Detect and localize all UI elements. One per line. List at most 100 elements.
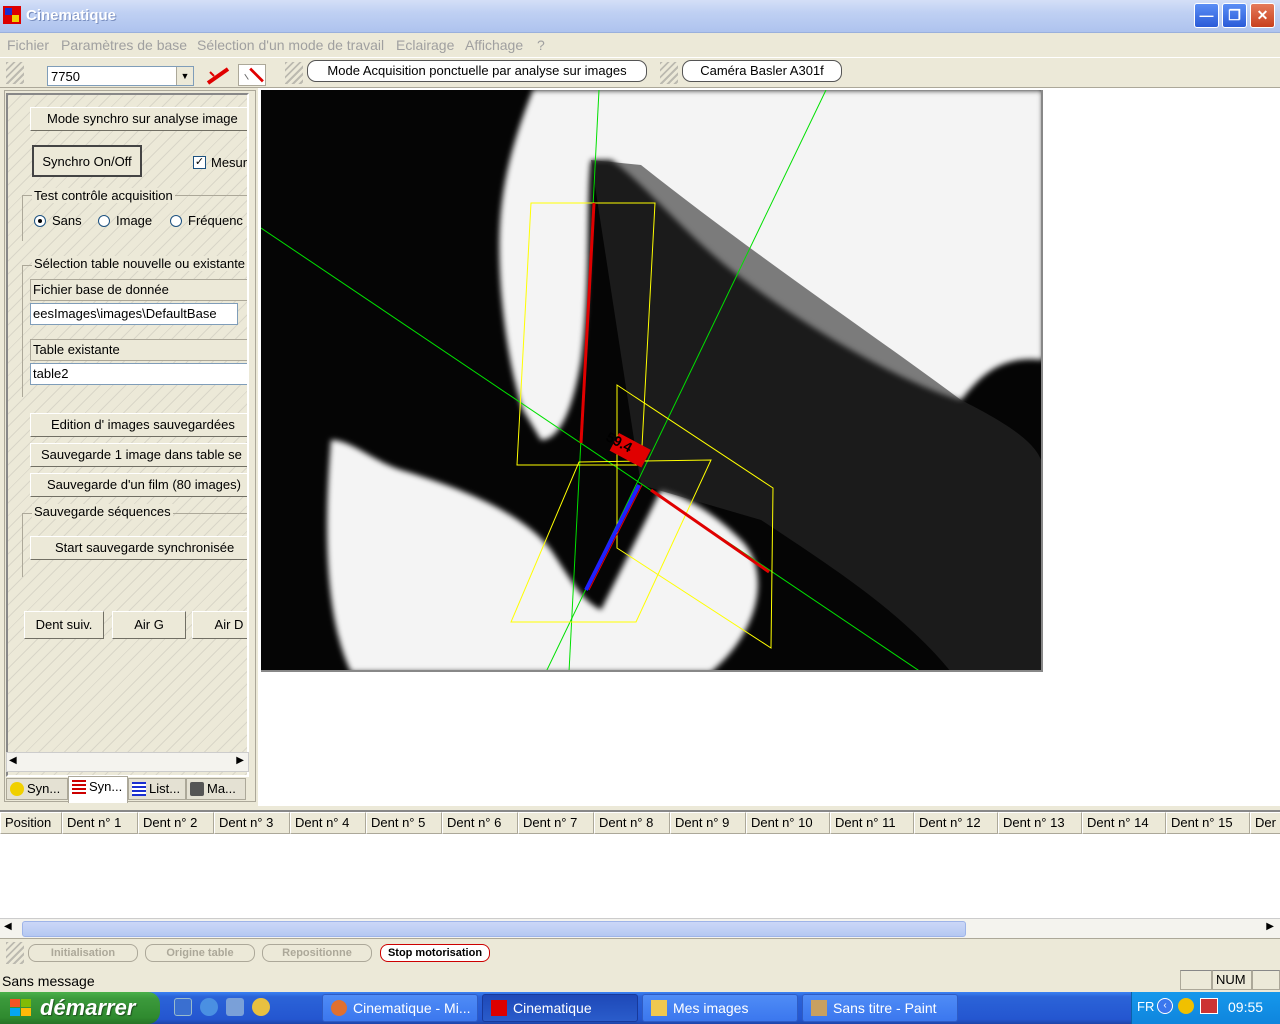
edition-images-button[interactable]: Edition d' images sauvegardées [30,413,247,437]
task-cinematique-mi[interactable]: Cinematique - Mi... [322,994,478,1022]
table-column-header[interactable]: Dent n° 9 [670,812,746,834]
radio-image[interactable] [98,215,110,227]
table-column-header[interactable]: Dent n° 8 [594,812,670,834]
db-file-label: Fichier base de donnée [30,279,247,301]
table-column-header[interactable]: Dent n° 5 [366,812,442,834]
paint-icon [331,1000,347,1016]
mesure-checkbox[interactable]: ✓ [193,156,206,169]
player-icon[interactable] [252,998,270,1016]
minimize-button[interactable]: — [1194,3,1219,28]
task-paint[interactable]: Sans titre - Paint [802,994,958,1022]
table-column-header[interactable]: Position [0,812,62,834]
table-column-header[interactable]: Dent n° 1 [62,812,138,834]
motor-grip[interactable] [6,942,24,964]
status-cell [1252,970,1280,990]
scrollbar-thumb[interactable] [22,921,966,937]
table-existante-input[interactable]: table2 [30,363,247,385]
db-file-input[interactable]: eesImages\images\DefaultBase [30,303,238,325]
table-column-header[interactable]: Dent n° 11 [830,812,914,834]
left-panel-scrollbar[interactable]: ◀ ▶ [6,752,249,772]
app-icon [491,1000,507,1016]
scroll-left-icon[interactable]: ◀ [4,921,12,932]
save-film-button[interactable]: Sauvegarde d'un film (80 images) [30,473,247,497]
table-column-header[interactable]: Dent n° 2 [138,812,214,834]
scroll-right-icon[interactable]: ▶ [1266,921,1274,932]
table-column-header[interactable]: Dent n° 13 [998,812,1082,834]
ie-icon[interactable] [174,998,192,1016]
stop-motor-button[interactable]: Stop motorisation [380,944,490,962]
table-scrollbar[interactable]: ◀ ▶ [0,918,1280,938]
toolbar-grip[interactable] [660,62,678,84]
red-arrow-icon[interactable] [204,64,232,86]
tab-ma[interactable]: Ma... [186,778,246,800]
table-column-header[interactable]: Dent n° 10 [746,812,830,834]
scroll-left-icon[interactable]: ◀ [9,755,17,766]
radio-sans-label: Sans [52,213,82,228]
chevron-left-icon[interactable]: ‹ [1157,998,1173,1014]
menu-eclairage[interactable]: Eclairage [396,37,454,53]
table-column-header[interactable]: Dent n° 4 [290,812,366,834]
reposition-button[interactable]: Repositionne [262,944,372,962]
chevron-down-icon[interactable]: ▼ [176,67,193,85]
mode-synchro-button[interactable]: Mode synchro sur analyse image [30,107,247,131]
combo-value: 7750 [51,69,80,84]
table-column-header[interactable]: Dent n° 7 [518,812,594,834]
tab-synchro-1[interactable]: Syn... [6,778,68,800]
test-group-label: Test contrôle acquisition [32,188,175,203]
language-indicator[interactable]: FR [1137,999,1154,1014]
paint-brush-icon [811,1000,827,1016]
start-button[interactable]: démarrer [0,992,160,1024]
synchro-toggle-button[interactable]: Synchro On/Off [32,145,142,177]
value-combo[interactable]: 7750 ▼ [47,66,194,86]
taskbar [0,992,1280,1024]
acquisition-mode-button[interactable]: Mode Acquisition ponctuelle par analyse … [307,60,647,82]
tab-list[interactable]: List... [128,778,186,800]
radio-frequence[interactable] [170,215,182,227]
status-message: Sans message [2,973,95,989]
task-mes-images[interactable]: Mes images [642,994,798,1022]
menu-parametres[interactable]: Paramètres de base [61,37,187,53]
air-d-button[interactable]: Air D [192,611,247,639]
table-column-header[interactable]: Dent n° 6 [442,812,518,834]
maximize-button[interactable]: ❐ [1222,3,1247,28]
origin-button[interactable]: Origine table [145,944,255,962]
camera-view[interactable]: 59.4 [261,90,1043,672]
media-icon[interactable] [226,998,244,1016]
toolbar-grip[interactable] [6,62,24,84]
start-save-button[interactable]: Start sauvegarde synchronisée [30,536,247,560]
menu-fichier[interactable]: Fichier [7,37,49,53]
init-button[interactable]: Initialisation [28,944,138,962]
table-column-header[interactable]: Dent n° 12 [914,812,998,834]
close-button[interactable]: ✕ [1250,3,1275,28]
radio-sans[interactable] [34,215,46,227]
scroll-right-icon[interactable]: ▶ [236,755,244,766]
title-bar: Cinematique — ❐ ✕ [0,0,1280,33]
air-g-button[interactable]: Air G [112,611,186,639]
table-column-header[interactable]: Dent n° 14 [1082,812,1166,834]
network-icon[interactable] [1200,998,1218,1014]
tray-icon[interactable] [1178,998,1194,1014]
tab-icon [10,782,24,796]
menu-help[interactable]: ? [537,37,545,53]
table-column-header[interactable]: Dent n° 3 [214,812,290,834]
task-cinematique[interactable]: Cinematique [482,994,638,1022]
seq-group-label: Sauvegarde séquences [32,504,173,519]
camera-button[interactable]: Caméra Basler A301f [682,60,842,82]
start-label: démarrer [40,995,136,1020]
tab-icon [132,782,146,796]
save-one-image-button[interactable]: Sauvegarde 1 image dans table se [30,443,247,467]
dent-suiv-button[interactable]: Dent suiv. [24,611,104,639]
table-column-header[interactable]: Der [1250,812,1280,834]
browser-icon[interactable] [200,998,218,1016]
pointer-tool-icon[interactable] [238,64,266,86]
tab-synchro-2[interactable]: Syn... [68,776,128,803]
table-column-header[interactable]: Dent n° 15 [1166,812,1250,834]
toolbar-grip[interactable] [285,62,303,84]
menu-selection-mode[interactable]: Sélection d'un mode de travail [197,37,384,53]
mesure-label: Mesur [211,155,248,170]
windows-flag-icon [10,999,31,1016]
panel-tabs: Syn... Syn... List... Ma... [4,776,256,804]
window-title: Cinematique [26,7,117,24]
camera-image [261,90,1041,670]
menu-affichage[interactable]: Affichage [465,37,523,53]
